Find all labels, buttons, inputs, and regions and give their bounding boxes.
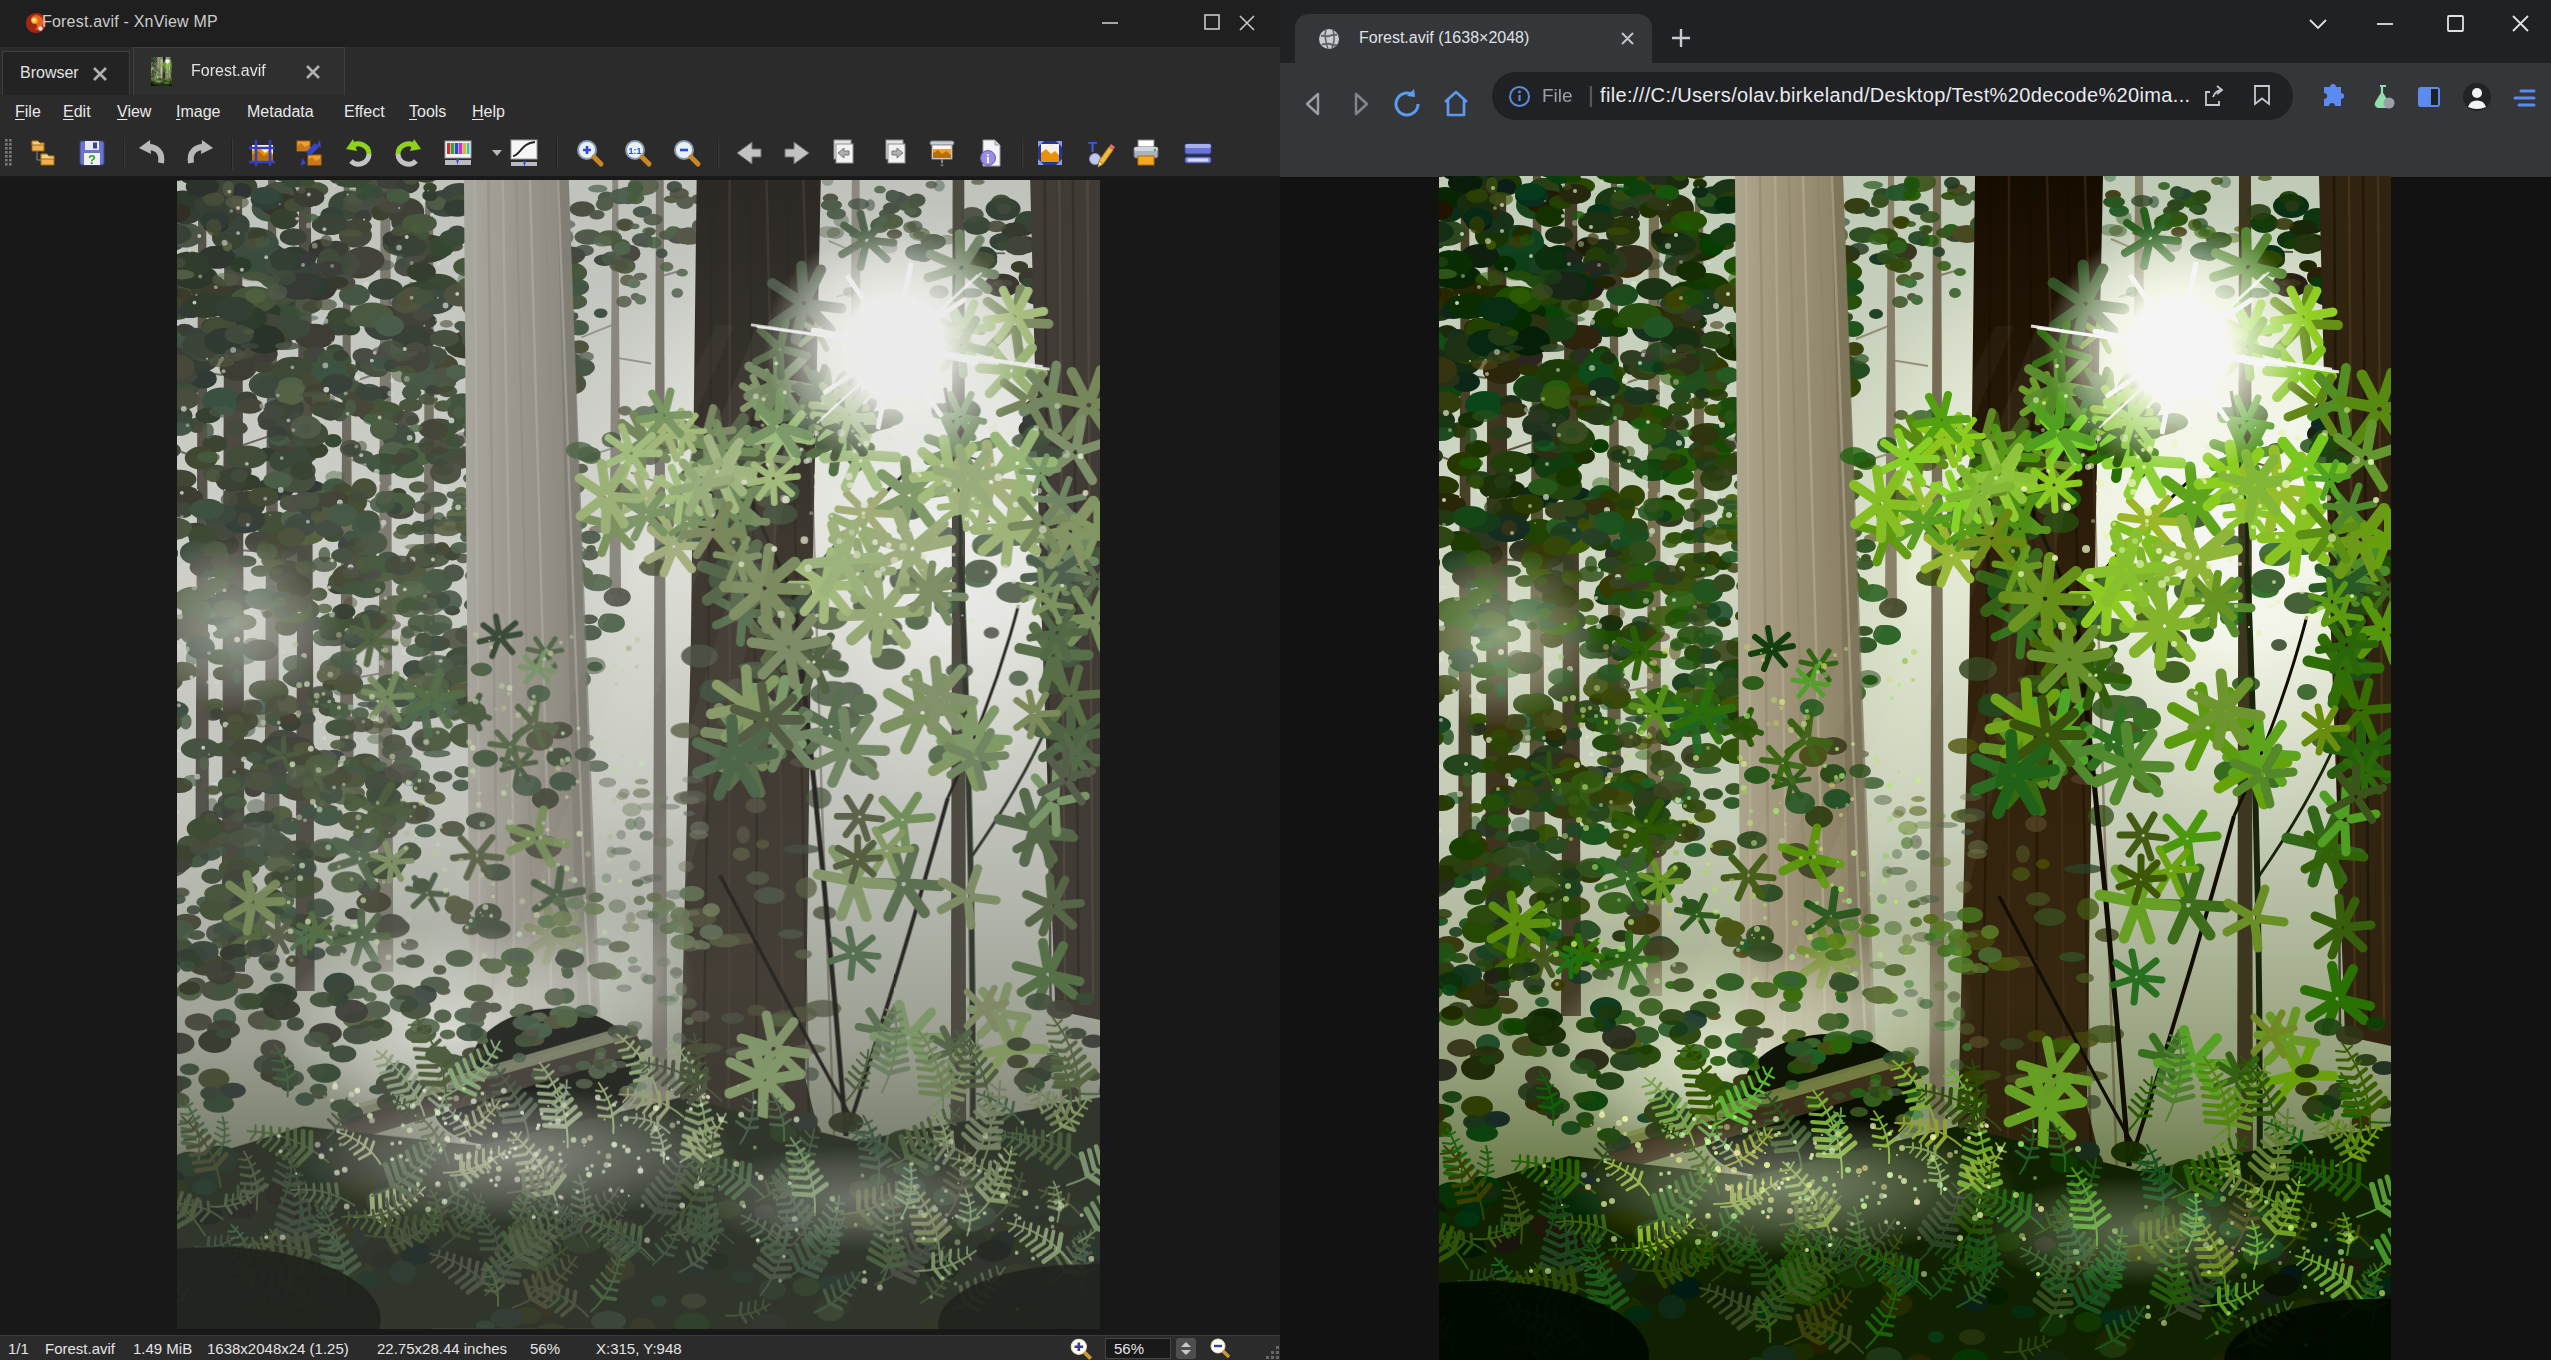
svg-text:?: ? [88,152,96,167]
svg-text:1:1: 1:1 [628,146,641,156]
svg-text:T: T [1088,138,1097,155]
